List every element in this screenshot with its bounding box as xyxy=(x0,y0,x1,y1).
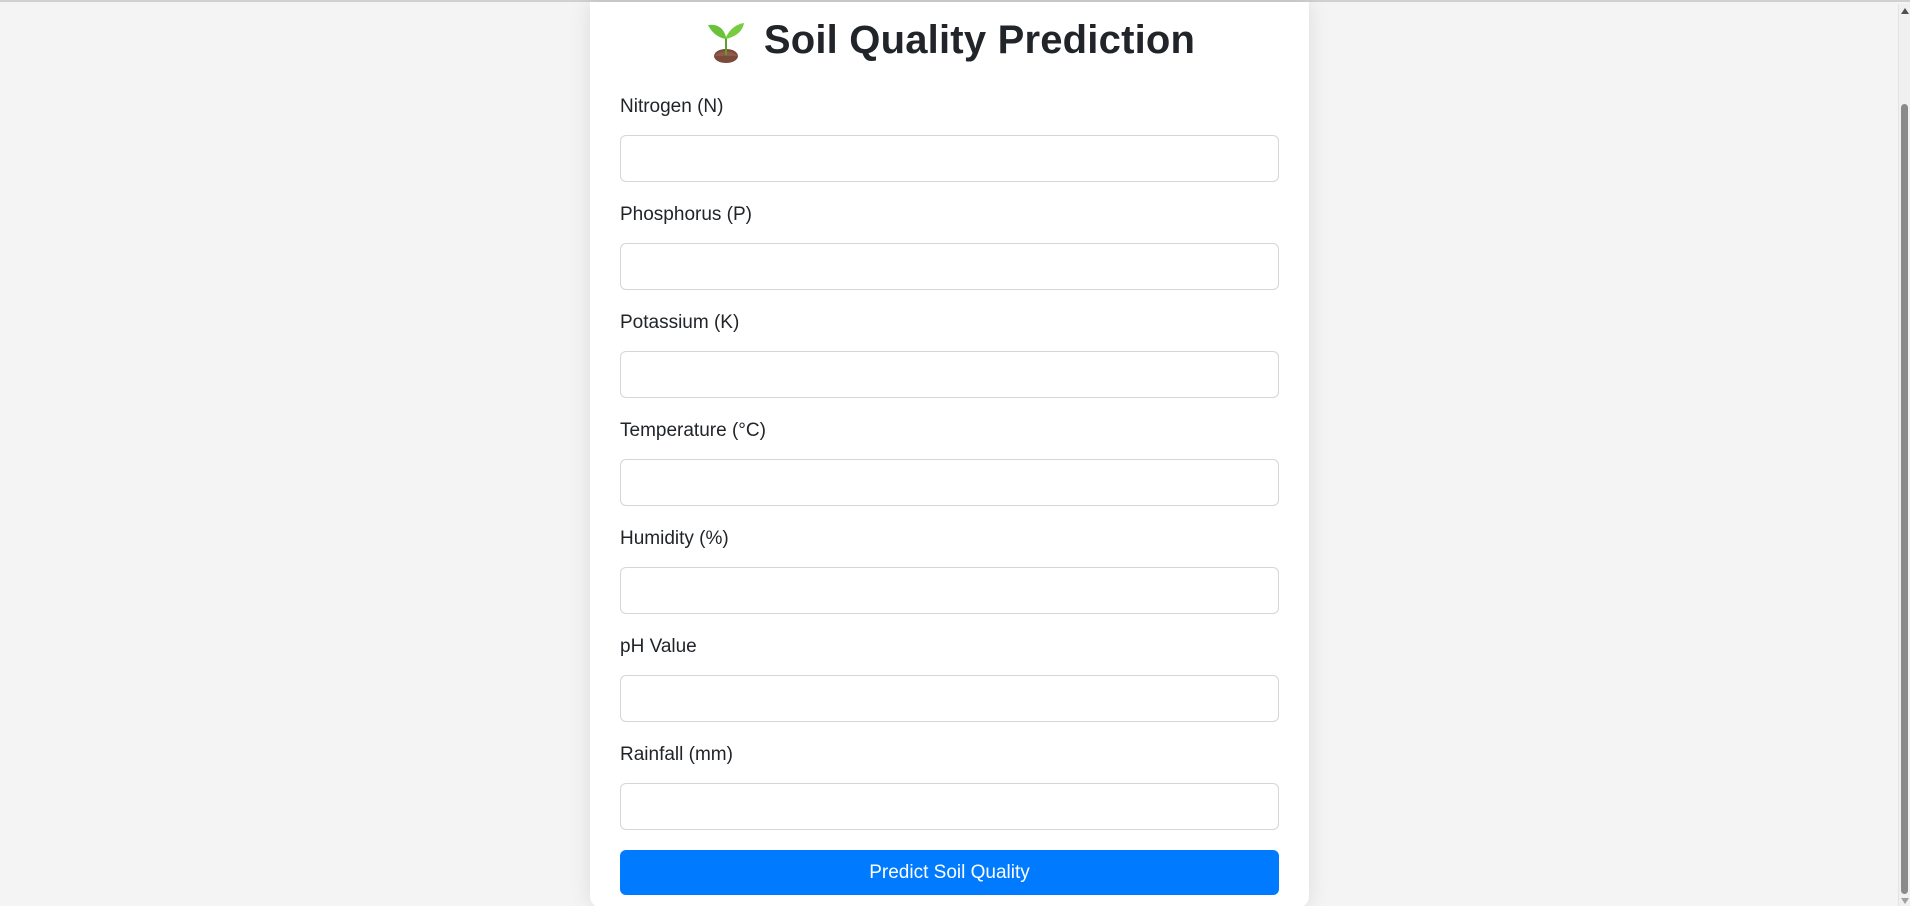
field-potassium: Potassium (K) xyxy=(620,310,1279,398)
field-ph: pH Value xyxy=(620,634,1279,722)
page-title: Soil Quality Prediction xyxy=(763,17,1196,62)
temperature-label: Temperature (°C) xyxy=(620,420,766,441)
predict-button[interactable]: Predict Soil Quality xyxy=(620,850,1279,895)
phosphorus-input[interactable] xyxy=(620,243,1279,290)
ph-label: pH Value xyxy=(620,636,697,657)
seedling-icon xyxy=(707,23,744,63)
nitrogen-input[interactable] xyxy=(620,135,1279,182)
humidity-label: Humidity (%) xyxy=(620,528,729,549)
phosphorus-label: Phosphorus (P) xyxy=(620,204,753,225)
rainfall-input[interactable] xyxy=(620,783,1279,830)
page: Soil Quality Prediction Nitrogen (N) Pho… xyxy=(0,0,1910,906)
field-nitrogen: Nitrogen (N) xyxy=(620,94,1279,182)
nitrogen-label: Nitrogen (N) xyxy=(620,96,724,117)
field-temperature: Temperature (°C) xyxy=(620,418,1279,506)
scroll-up-icon[interactable] xyxy=(1901,8,1909,14)
temperature-input[interactable] xyxy=(620,459,1279,506)
rainfall-label: Rainfall (mm) xyxy=(620,744,733,765)
humidity-input[interactable] xyxy=(620,567,1279,614)
potassium-label: Potassium (K) xyxy=(620,312,740,333)
field-phosphorus: Phosphorus (P) xyxy=(620,202,1279,290)
ph-input[interactable] xyxy=(620,675,1279,722)
scrollbar-thumb[interactable] xyxy=(1901,104,1908,894)
field-rainfall: Rainfall (mm) xyxy=(620,742,1279,830)
page-scrollbar[interactable] xyxy=(1898,4,1910,906)
scroll-down-icon[interactable] xyxy=(1901,898,1909,904)
field-humidity: Humidity (%) xyxy=(620,526,1279,614)
form-header: Soil Quality Prediction xyxy=(620,2,1279,78)
potassium-input[interactable] xyxy=(620,351,1279,398)
prediction-form-card: Soil Quality Prediction Nitrogen (N) Pho… xyxy=(590,2,1309,906)
